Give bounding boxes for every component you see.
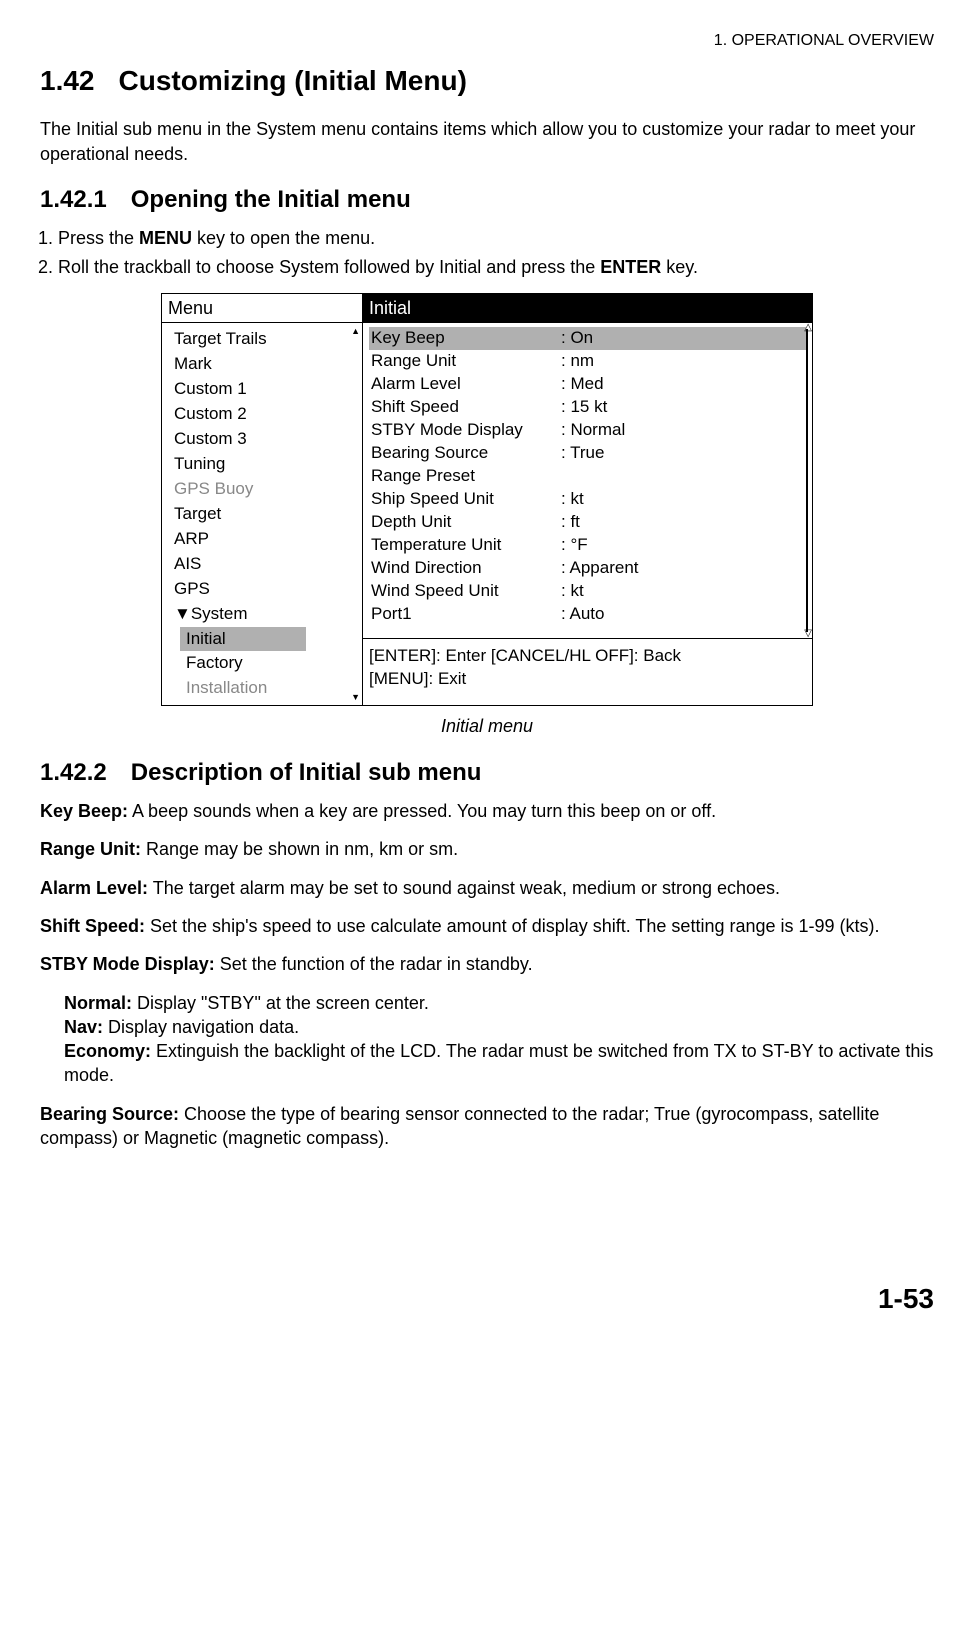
scroll-down-icon: ▼ [351, 691, 360, 703]
desc-stby: STBY Mode Display: Set the function of t… [40, 952, 934, 976]
figure-caption: Initial menu [40, 714, 934, 738]
menu-item[interactable]: Tuning [162, 452, 362, 477]
setting-value: Normal [561, 419, 625, 442]
setting-value: Apparent [561, 557, 639, 580]
desc-key-beep: Key Beep: A beep sounds when a key are p… [40, 799, 934, 823]
menu-item[interactable]: Custom 3 [162, 427, 362, 452]
menu-item[interactable]: Mark [162, 352, 362, 377]
setting-value: On [561, 327, 593, 350]
menu-item[interactable]: Custom 2 [162, 402, 362, 427]
setting-row[interactable]: Range Preset [369, 465, 806, 488]
setting-row[interactable]: Port1Auto [369, 603, 806, 626]
scroll-up-icon: ▲ [351, 325, 360, 337]
setting-label: Ship Speed Unit [371, 488, 561, 511]
setting-row[interactable]: STBY Mode DisplayNormal [369, 419, 806, 442]
setting-value: Auto [561, 603, 605, 626]
menu-figure: Menu ▲ ▼ Target TrailsMarkCustom 1Custom… [161, 293, 813, 706]
subsection-heading: 1.42.2 Description of Initial sub menu [40, 757, 934, 789]
setting-value: kt [561, 488, 584, 511]
page-number: 1-53 [40, 1280, 934, 1318]
setting-label: Range Unit [371, 350, 561, 373]
setting-value: 15 kt [561, 396, 607, 419]
subsection-number: 1.42.2 [40, 759, 107, 786]
setting-row[interactable]: Shift Speed15 kt [369, 396, 806, 419]
menu-right-header: Initial [363, 294, 812, 323]
section-title: Customizing (Initial Menu) [119, 65, 467, 96]
desc-nav: Nav: Display navigation data. [64, 1015, 934, 1039]
setting-value: ft [561, 511, 580, 534]
setting-row[interactable]: Alarm LevelMed [369, 373, 806, 396]
setting-label: Alarm Level [371, 373, 561, 396]
setting-label: Key Beep [371, 327, 561, 350]
menu-item[interactable]: Target Trails [162, 327, 362, 352]
intro-text: The Initial sub menu in the System menu … [40, 117, 934, 166]
menu-right-column: Initial △ ▽ Key BeepOnRange UnitnmAlarm … [363, 294, 812, 705]
desc-normal: Normal: Display "STBY" at the screen cen… [64, 991, 934, 1015]
setting-label: Shift Speed [371, 396, 561, 419]
setting-value: kt [561, 580, 584, 603]
description-block: Key Beep: A beep sounds when a key are p… [40, 799, 934, 1150]
menu-item[interactable]: AIS [162, 552, 362, 577]
desc-range-unit: Range Unit: Range may be shown in nm, km… [40, 837, 934, 861]
desc-alarm-level: Alarm Level: The target alarm may be set… [40, 876, 934, 900]
chapter-header: 1. OPERATIONAL OVERVIEW [40, 30, 934, 52]
steps-list: Press the MENU key to open the menu. Rol… [58, 226, 934, 279]
menu-item[interactable]: ARP [162, 527, 362, 552]
menu-item[interactable]: Initial [180, 627, 306, 652]
footer-line-2: [MENU]: Exit [369, 668, 806, 691]
subsection-number: 1.42.1 [40, 186, 107, 213]
menu-item[interactable]: GPS Buoy [162, 477, 362, 502]
menu-item[interactable]: Factory [162, 651, 362, 676]
desc-economy: Economy: Extinguish the backlight of the… [64, 1039, 934, 1088]
menu-right-body: △ ▽ Key BeepOnRange UnitnmAlarm LevelMed… [363, 323, 812, 638]
setting-label: Bearing Source [371, 442, 561, 465]
subsection-title: Opening the Initial menu [131, 186, 411, 213]
menu-footer: [ENTER]: Enter [CANCEL/HL OFF]: Back [ME… [363, 638, 812, 705]
menu-left-header: Menu [162, 294, 362, 323]
setting-row[interactable]: Wind Speed Unitkt [369, 580, 806, 603]
menu-item[interactable]: Installation [162, 676, 362, 701]
setting-label: Port1 [371, 603, 561, 626]
setting-label: Range Preset [371, 465, 561, 488]
section-heading: 1.42 Customizing (Initial Menu) [40, 62, 934, 100]
scrollbar-track [806, 329, 808, 632]
setting-value: Med [561, 373, 604, 396]
setting-row[interactable]: Ship Speed Unitkt [369, 488, 806, 511]
step-2: Roll the trackball to choose System foll… [58, 255, 934, 279]
setting-value: °F [561, 534, 588, 557]
subsection-title: Description of Initial sub menu [131, 759, 482, 786]
stby-subblock: Normal: Display "STBY" at the screen cen… [64, 991, 934, 1088]
footer-line-1: [ENTER]: Enter [CANCEL/HL OFF]: Back [369, 645, 806, 668]
menu-item[interactable]: Target [162, 502, 362, 527]
setting-row[interactable]: Bearing SourceTrue [369, 442, 806, 465]
menu-item[interactable]: ▼System [162, 602, 362, 627]
section-number: 1.42 [40, 65, 95, 96]
menu-item[interactable]: GPS [162, 577, 362, 602]
desc-shift-speed: Shift Speed: Set the ship's speed to use… [40, 914, 934, 938]
setting-value: True [561, 442, 604, 465]
setting-label: STBY Mode Display [371, 419, 561, 442]
setting-row[interactable]: Temperature Unit°F [369, 534, 806, 557]
menu-item[interactable]: Custom 1 [162, 377, 362, 402]
setting-row[interactable]: Depth Unitft [369, 511, 806, 534]
menu-left-column: Menu ▲ ▼ Target TrailsMarkCustom 1Custom… [162, 294, 363, 705]
setting-row[interactable]: Key BeepOn [369, 327, 806, 350]
setting-label: Temperature Unit [371, 534, 561, 557]
subsection-heading: 1.42.1 Opening the Initial menu [40, 184, 934, 216]
step-1: Press the MENU key to open the menu. [58, 226, 934, 250]
setting-label: Wind Speed Unit [371, 580, 561, 603]
setting-label: Wind Direction [371, 557, 561, 580]
desc-bearing-source: Bearing Source: Choose the type of beari… [40, 1102, 934, 1151]
scroll-down-icon: ▽ [804, 627, 812, 641]
setting-row[interactable]: Range Unitnm [369, 350, 806, 373]
setting-value: nm [561, 350, 594, 373]
setting-label: Depth Unit [371, 511, 561, 534]
setting-row[interactable]: Wind DirectionApparent [369, 557, 806, 580]
menu-left-items: ▲ ▼ Target TrailsMarkCustom 1Custom 2Cus… [162, 323, 362, 705]
